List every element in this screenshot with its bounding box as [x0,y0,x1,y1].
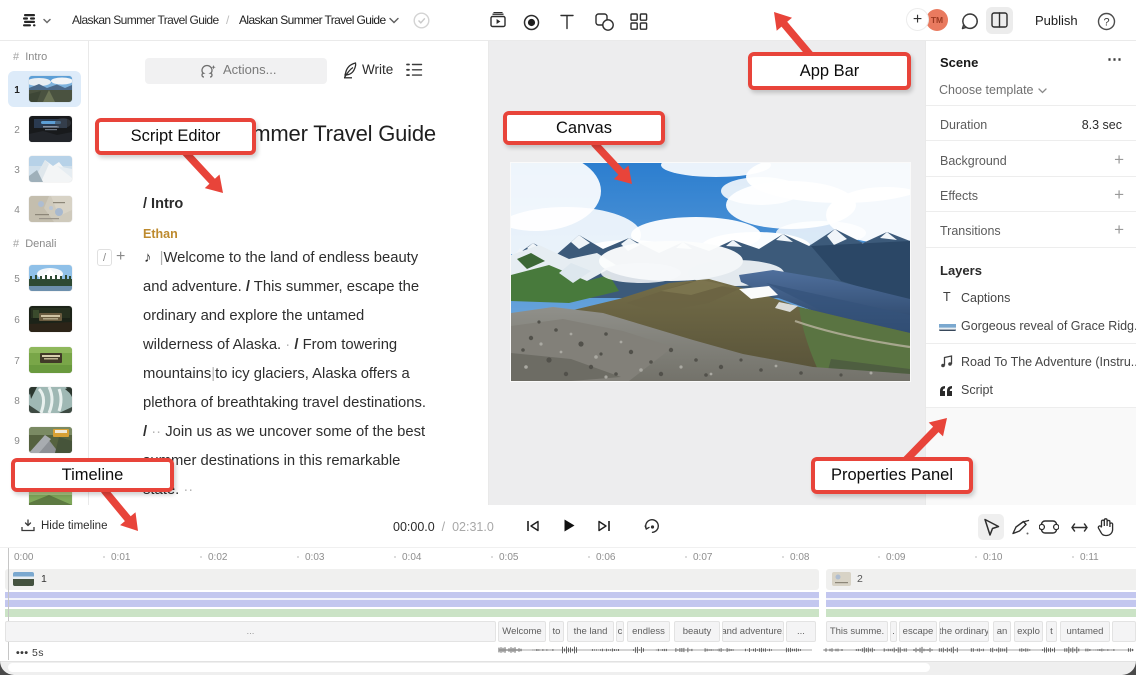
svg-text:?: ? [1103,16,1109,28]
